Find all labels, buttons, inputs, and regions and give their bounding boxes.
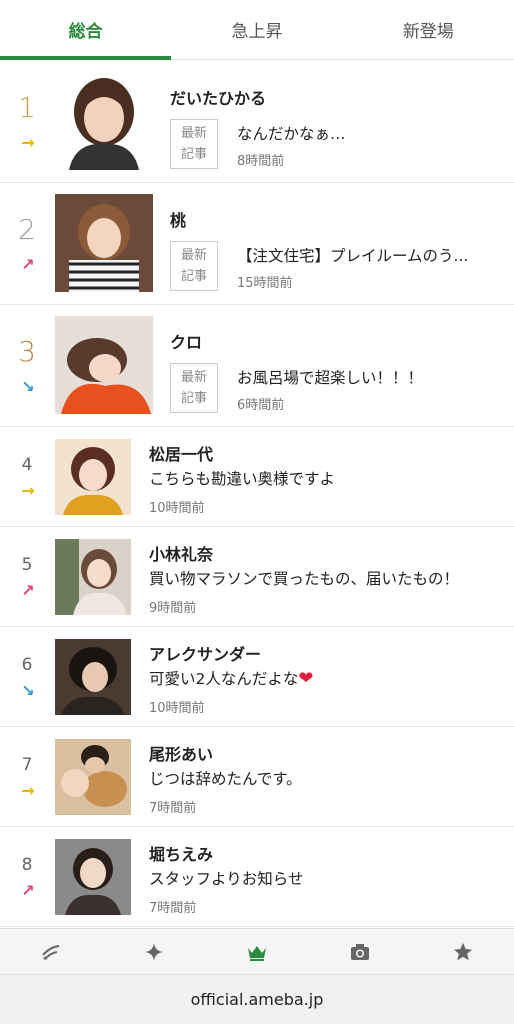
rank-number: 6: [21, 655, 33, 675]
post-time: 7時間前: [149, 801, 197, 816]
url-text: official.ameba.jp: [190, 990, 324, 1009]
article-title[interactable]: 可愛い2人なんだよな❤: [149, 667, 499, 689]
trend-up-icon: ↗: [21, 255, 35, 274]
rank-number: 5: [21, 555, 33, 575]
avatar[interactable]: [55, 439, 131, 515]
trend-flat-icon: →: [21, 133, 35, 152]
rank-number: 2: [18, 213, 36, 246]
avatar[interactable]: [55, 72, 153, 170]
avatar[interactable]: [55, 316, 153, 414]
rank-number: 4: [21, 455, 33, 475]
ranking-row[interactable]: 6 ↘ アレクサンダー 可愛い2人なんだよな❤ 10時間前: [0, 627, 514, 727]
post-time: 7時間前: [149, 901, 197, 916]
article-title[interactable]: 【注文住宅】プレイルームのう...: [237, 244, 499, 266]
blogger-name[interactable]: 小林礼奈: [149, 541, 213, 565]
article-title[interactable]: スタッフよりお知らせ: [149, 867, 499, 889]
ranking-row[interactable]: 8 ↗ 堀ちえみ スタッフよりお知らせ 7時間前: [0, 827, 514, 927]
rank-number: 1: [18, 91, 36, 124]
post-time: 15時間前: [237, 276, 293, 291]
trend-flat-icon: →: [21, 781, 35, 800]
trend-down-icon: ↘: [21, 377, 35, 396]
ranking-row[interactable]: 5 ↗ 小林礼奈 買い物マラソンで買ったもの、届いたもの！ 9時間前: [0, 527, 514, 627]
ranking-row[interactable]: 1 → だいたひかる 最新 記事 なんだかなぁ… 8時間前: [0, 61, 514, 183]
blogger-name[interactable]: クロ: [170, 329, 202, 353]
ranking-list: 1 → だいたひかる 最新 記事 なんだかなぁ… 8時間前 2 ↗ 桃 最新 記事 …: [0, 61, 514, 927]
avatar[interactable]: [55, 739, 131, 815]
ranking-row[interactable]: 4 → 松居一代 こちらも勘違い奥様ですよ 10時間前: [0, 427, 514, 527]
post-time: 10時間前: [149, 501, 205, 516]
heart-emoji: ❤: [298, 668, 314, 689]
ranking-tabs: 総合 急上昇 新登場: [0, 0, 514, 60]
star-icon[interactable]: [433, 932, 493, 972]
latest-article-badge: 最新 記事: [170, 119, 218, 169]
rank-number: 8: [21, 855, 33, 875]
article-title[interactable]: じつは辞めたんです。: [149, 767, 499, 789]
crown-icon[interactable]: [227, 932, 287, 972]
ranking-row[interactable]: 2 ↗ 桃 最新 記事 【注文住宅】プレイルームのう... 15時間前: [0, 183, 514, 305]
tab-overall[interactable]: 総合: [0, 0, 172, 60]
ranking-row[interactable]: 7 → 尾形あい じつは辞めたんです。 7時間前: [0, 727, 514, 827]
blogger-name[interactable]: 尾形あい: [149, 741, 213, 765]
tab-rising[interactable]: 急上昇: [171, 0, 342, 59]
ranking-row[interactable]: 3 ↘ クロ 最新 記事 お風呂場で超楽しい！！！ 6時間前: [0, 305, 514, 427]
post-time: 6時間前: [237, 398, 285, 413]
post-time: 9時間前: [149, 601, 197, 616]
trend-down-icon: ↘: [21, 681, 35, 700]
article-title[interactable]: こちらも勘違い奥様ですよ: [149, 467, 499, 489]
blogger-name[interactable]: だいたひかる: [170, 85, 266, 109]
trend-flat-icon: →: [21, 481, 35, 500]
avatar[interactable]: [55, 639, 131, 715]
avatar[interactable]: [55, 839, 131, 915]
new-entry-icon[interactable]: [21, 932, 81, 972]
browser-url-bar[interactable]: official.ameba.jp: [0, 974, 514, 1024]
latest-article-badge: 最新 記事: [170, 241, 218, 291]
blogger-name[interactable]: アレクサンダー: [149, 641, 261, 665]
sparkle-icon[interactable]: [124, 932, 184, 972]
blogger-name[interactable]: 桃: [170, 207, 186, 231]
blogger-name[interactable]: 堀ちえみ: [149, 841, 213, 865]
article-text: 可愛い2人なんだよな: [149, 670, 299, 688]
trend-up-icon: ↗: [21, 881, 35, 900]
post-time: 8時間前: [237, 154, 285, 169]
blogger-name[interactable]: 松居一代: [149, 441, 213, 465]
rank-number: 3: [18, 335, 36, 368]
camera-icon[interactable]: [330, 932, 390, 972]
article-title[interactable]: 買い物マラソンで買ったもの、届いたもの！: [149, 567, 499, 589]
article-title[interactable]: なんだかなぁ…: [237, 122, 499, 144]
latest-article-badge: 最新 記事: [170, 363, 218, 413]
avatar[interactable]: [55, 539, 131, 615]
avatar[interactable]: [55, 194, 153, 292]
tab-new[interactable]: 新登場: [343, 0, 514, 59]
rank-number: 7: [21, 755, 33, 775]
post-time: 10時間前: [149, 701, 205, 716]
bottom-nav: [0, 928, 514, 974]
trend-up-icon: ↗: [21, 581, 35, 600]
article-title[interactable]: お風呂場で超楽しい！！！: [237, 366, 499, 388]
